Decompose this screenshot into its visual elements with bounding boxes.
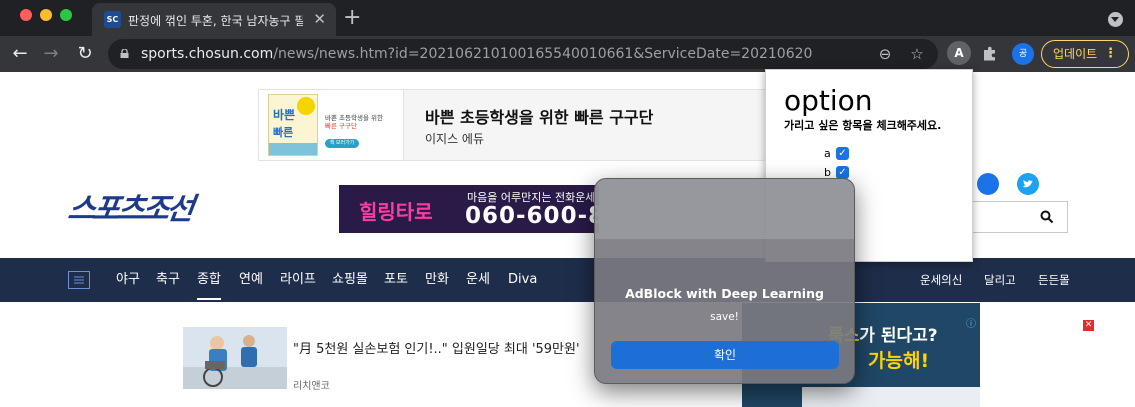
tab-search-icon[interactable] [1108, 12, 1123, 27]
nav-item-photo[interactable]: 포토 [384, 272, 408, 288]
book-strip [269, 143, 317, 155]
url-text[interactable]: sports.chosun.com/news/news.htm?id=20210… [141, 45, 812, 63]
main-navigation: 야구 축구 종합 연예 라이프 쇼핑몰 포토 만화 운세 Diva 운세의신 달… [0, 258, 1135, 302]
site-logo[interactable]: 스포츠조선 [65, 192, 238, 228]
side-ad-word-2: 가 된다고? [859, 326, 938, 346]
tab-title: 판정에 꺾인 투혼, 한국 남자농구 필리 [128, 14, 303, 28]
nav-item-soccer[interactable]: 축구 [156, 272, 180, 288]
url-path: /news/news.htm?id=2021062101001655400106… [273, 46, 813, 62]
book-cover-image: 바쁜 빠른 [268, 94, 318, 156]
lock-icon [120, 49, 129, 58]
ad-close-icon[interactable]: ✕ [1083, 320, 1094, 331]
news-source: 리치앤코 [293, 381, 330, 392]
option-label-a: a [824, 146, 831, 160]
option-description: 가리고 싶은 항목을 체크해주세요. [784, 119, 942, 132]
favicon-icon: SC [104, 11, 121, 28]
social-share-icon[interactable] [977, 173, 999, 195]
nav-item-fortune[interactable]: 운세 [466, 272, 490, 288]
ad-choices-icon[interactable]: ⓘ [966, 315, 976, 330]
thumb-text: 바쁜 초등학생을 위한 빠른 구구단 [325, 114, 383, 130]
twitter-icon[interactable] [1017, 173, 1039, 195]
browser-window: SC 판정에 꺾인 투혼, 한국 남자농구 필리 ✕ + ← → ↻ sport… [0, 0, 1135, 407]
confirm-button[interactable]: 확인 [611, 341, 839, 369]
thumb-line-2: 빠른 구구단 [325, 122, 357, 130]
reload-button[interactable]: ↻ [72, 41, 98, 67]
tab-bar: SC 판정에 꺾인 투혼, 한국 남자농구 필리 ✕ + [0, 0, 1135, 36]
bookmark-star-icon[interactable]: ☆ [906, 43, 928, 65]
ad-subtitle: 이지스 에듀 [425, 132, 485, 146]
back-button[interactable]: ← [7, 41, 33, 67]
nav-item-baseball[interactable]: 야구 [116, 272, 140, 288]
close-window-button[interactable] [20, 9, 32, 21]
ad-thumbnail: 바쁜 빠른 바쁜 초등학생을 위한 빠른 구구단 책 보러가기 [259, 90, 404, 160]
minimize-window-button[interactable] [40, 9, 52, 21]
adblock-extension-icon[interactable]: A [947, 41, 971, 65]
option-title: option [784, 84, 873, 117]
browser-tab[interactable]: SC 판정에 꺾인 투혼, 한국 남자농구 필리 ✕ [92, 3, 336, 36]
adblock-alert-dialog: AdBlock with Deep Learning save! 확인 [594, 178, 855, 384]
thumb-button: 책 보러가기 [325, 139, 359, 148]
book-title-2: 빠른 [273, 126, 294, 139]
update-label: 업데이트 [1053, 47, 1098, 61]
update-button[interactable]: 업데이트 ⋮ [1041, 40, 1129, 68]
dialog-message: save! [710, 311, 739, 323]
forward-button[interactable]: → [38, 41, 64, 67]
side-ad-line-2: 가능해! [868, 350, 930, 372]
option-checkbox-b[interactable]: ✓ [836, 165, 849, 179]
tarot-ad[interactable]: 힐링타로 마음을 어루만지는 전화운세 060-600-88 [339, 185, 599, 233]
zoom-window-button[interactable] [60, 9, 72, 21]
browser-menu-icon[interactable]: ⋮ [1104, 41, 1117, 67]
book-title-1: 바쁜 [273, 108, 296, 122]
option-label-b: b [824, 165, 831, 179]
url-host: sports.chosun.com [141, 46, 274, 62]
option-checkbox-a[interactable]: ✓ [836, 146, 849, 160]
option-row-b: b ✓ [824, 165, 849, 179]
extensions-puzzle-icon[interactable] [980, 44, 1000, 64]
new-tab-button[interactable]: + [343, 6, 361, 30]
nav-item-general[interactable]: 종합 [197, 272, 221, 300]
side-ad-product-image [802, 387, 980, 407]
dialog-title: AdBlock with Deep Learning [625, 286, 824, 301]
browser-toolbar: ← → ↻ sports.chosun.com/news/news.htm?id… [0, 36, 1135, 72]
nav-item-life[interactable]: 라이프 [280, 272, 316, 288]
nav-item-shopping[interactable]: 쇼핑몰 [332, 272, 368, 288]
hamburger-menu-icon[interactable] [68, 271, 90, 289]
news-thumbnail[interactable] [183, 327, 287, 389]
dialog-blur-area [595, 179, 854, 239]
site-search-input[interactable] [960, 201, 1068, 233]
option-row-a: a ✓ [824, 146, 849, 160]
profile-avatar[interactable]: 공 [1012, 43, 1034, 65]
address-bar[interactable]: sports.chosun.com/news/news.htm?id=20210… [108, 39, 938, 69]
news-headline[interactable]: "月 5천원 실손보험 인기!.." 입원일당 최대 '59만원' [293, 338, 580, 357]
nav-right-mall[interactable]: 든든몰 [1038, 273, 1070, 287]
tab-close-icon[interactable]: ✕ [313, 10, 326, 28]
tarot-ad-name: 힐링타로 [359, 200, 433, 224]
search-icon[interactable] [1040, 210, 1054, 224]
zoom-icon[interactable]: ⊖ [874, 43, 896, 65]
nav-right-run[interactable]: 달리고 [984, 273, 1016, 287]
book-badge [297, 97, 315, 115]
nav-item-diva[interactable]: Diva [508, 272, 537, 288]
twitter-bird-glyph [1023, 180, 1033, 188]
nav-item-entertainment[interactable]: 연예 [239, 272, 263, 288]
thumb-line-1: 바쁜 초등학생을 위한 [325, 114, 383, 122]
tarot-ad-phone: 060-600-88 [465, 203, 599, 229]
news-photo [183, 327, 287, 389]
nav-item-comics[interactable]: 만화 [425, 272, 449, 288]
ad-title: 바쁜 초등학생을 위한 빠른 구구단 [425, 108, 654, 127]
top-ad-banner[interactable]: 바쁜 빠른 바쁜 초등학생을 위한 빠른 구구단 책 보러가기 바쁜 초등학생을… [258, 89, 778, 161]
hamburger-lines [74, 276, 84, 284]
nav-right-fortune-god[interactable]: 운세의신 [920, 273, 962, 287]
